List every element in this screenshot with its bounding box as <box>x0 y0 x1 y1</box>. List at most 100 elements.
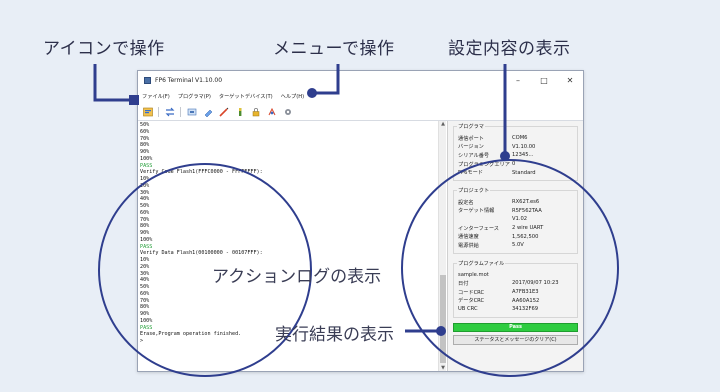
toolbar <box>138 103 583 121</box>
info-label: FP6モード <box>458 170 483 177</box>
toolbar-separator <box>180 106 181 117</box>
program-file-group-title: プログラムファイル <box>457 259 506 267</box>
log-line: 60% <box>140 290 150 297</box>
maximize-button[interactable]: □ <box>531 71 557 89</box>
info-label: ターゲット情報 <box>458 208 495 215</box>
log-line: 90% <box>140 149 150 155</box>
verify-icon[interactable] <box>234 106 245 117</box>
info-row: 通信速度 1,562,500 <box>458 232 573 241</box>
log-line: 60% <box>140 128 150 135</box>
info-value: RX62T.es6 <box>512 199 540 206</box>
callout-line-icons <box>93 64 134 102</box>
menu-target-device[interactable]: ターゲットデバイス(T) <box>219 93 273 100</box>
info-row: 通信ポート COM6 <box>458 134 573 143</box>
settings-icon[interactable] <box>282 106 293 117</box>
info-label: バージョン <box>458 144 484 151</box>
programmer-group: プログラマ 通信ポート COM6 バージョン V1.10.00 シリアル番号 1234… <box>453 123 578 181</box>
log-line: 10% <box>140 176 150 182</box>
programmer-group-title: プログラマ <box>457 123 485 130</box>
info-row: シリアル番号 12345... <box>458 151 573 160</box>
info-row: 日付 2017/09/07 10:23 <box>458 279 573 288</box>
project-group: プロジェクト 設定名 RX62T.es6 ターゲット情報 R5F562TAA V1.… <box>453 186 578 254</box>
info-label: コードCRC <box>458 289 485 296</box>
info-row: FP6モード Standard <box>458 168 573 177</box>
info-value: Standard <box>512 169 536 176</box>
info-value: A7FB31E3 <box>512 289 539 296</box>
log-line: 60% <box>140 209 150 216</box>
info-row: バージョン V1.10.00 <box>458 143 573 152</box>
info-row: データCRC AA60A152 <box>458 296 573 305</box>
info-value: 5.0V <box>512 242 524 249</box>
info-label: データCRC <box>458 298 485 305</box>
scroll-thumb[interactable] <box>440 275 446 363</box>
info-value: V1.10.00 <box>512 143 536 150</box>
program-file-name: sample.mot <box>458 271 489 278</box>
info-value: V1.02 <box>512 216 528 223</box>
log-line: 70% <box>140 297 150 304</box>
menu-file[interactable]: ファイル(F) <box>142 93 170 100</box>
log-line: 50% <box>140 122 150 128</box>
callout-settings-view: 設定内容の表示 <box>448 39 571 59</box>
info-row: コードCRC A7FB31E3 <box>458 288 573 297</box>
info-label: インターフェース <box>458 225 499 232</box>
connect-icon[interactable] <box>164 106 175 117</box>
erase-icon[interactable] <box>202 106 213 117</box>
log-line: Verify Data Flash1(00100000 - 00107FFF): <box>140 250 263 257</box>
info-label: 設定名 <box>458 199 474 206</box>
info-value: 2 wire UART <box>512 225 544 232</box>
info-row: プログラミングエリア 0 <box>458 160 573 169</box>
menu-help[interactable]: ヘルプ(H) <box>281 93 305 100</box>
menu-bar: ファイル(F) プログラマ(P) ターゲットデバイス(T) ヘルプ(H) <box>138 89 583 103</box>
info-row: 設定名 RX62T.es6 <box>458 198 573 207</box>
write-icon[interactable] <box>218 106 229 117</box>
log-line: PASS <box>140 162 153 169</box>
project-group-title: プロジェクト <box>457 186 491 194</box>
log-line: 80% <box>140 304 150 311</box>
info-label: 日付 <box>458 280 469 287</box>
info-label: 電源供給 <box>458 242 479 249</box>
info-row: UB CRC 34132F69 <box>458 305 573 314</box>
callout-action-log: アクションログの表示 <box>212 267 382 287</box>
info-row: ターゲット情報 R5F562TAA <box>458 207 573 216</box>
info-value: 12345... <box>512 152 534 159</box>
callout-icon-ops: アイコンで操作 <box>43 39 165 59</box>
menu-programmer[interactable]: プログラマ(P) <box>178 93 211 100</box>
info-value: 2017/09/07 10:23 <box>512 280 559 287</box>
app-icon <box>144 76 151 84</box>
info-label: UB CRC <box>458 306 478 313</box>
log-line: 100% <box>140 155 153 162</box>
title-bar[interactable]: FP6 Terminal V1.10.00 – □ ✕ <box>138 71 583 89</box>
info-value: 34132F69 <box>512 306 539 313</box>
info-value: R5F562TAA <box>512 207 542 214</box>
callout-result-view: 実行結果の表示 <box>275 325 394 345</box>
scroll-down-icon[interactable]: ▼ <box>439 365 447 371</box>
info-value: AA60A152 <box>512 297 540 304</box>
status-pass-bar: Pass <box>453 322 578 332</box>
info-value: 1,562,500 <box>512 233 539 240</box>
log-line: 40% <box>140 196 150 203</box>
lock-icon[interactable] <box>250 106 261 117</box>
log-line: 70% <box>140 216 150 223</box>
info-row: インターフェース 2 wire UART <box>458 224 573 233</box>
log-line: 80% <box>140 223 150 230</box>
program-file-group: プログラムファイル sample.mot 日付 2017/09/07 10:23 … <box>453 259 578 318</box>
window-controls: – □ ✕ <box>505 71 583 89</box>
info-label: シリアル番号 <box>458 152 490 159</box>
auto-icon[interactable] <box>266 106 277 117</box>
scroll-up-icon[interactable]: ▲ <box>439 121 447 127</box>
info-label: プログラミングエリア <box>458 161 510 168</box>
info-row: 電源供給 5.0V <box>458 241 573 250</box>
log-scrollbar[interactable]: ▲ ▼ <box>438 121 446 371</box>
log-line: 90% <box>140 230 150 236</box>
close-button[interactable]: ✕ <box>557 71 583 89</box>
info-label: 通信速度 <box>458 234 479 241</box>
open-icon[interactable] <box>142 106 153 117</box>
log-line: Verify Code Flash1(FFFC0000 - FFFFFFFF): <box>140 169 263 176</box>
info-label: 通信ポート <box>458 135 484 142</box>
log-line: 50% <box>140 203 150 209</box>
minimize-button[interactable]: – <box>505 71 531 89</box>
log-line: PASS <box>140 243 153 250</box>
info-value: COM6 <box>512 135 528 142</box>
read-icon[interactable] <box>186 106 197 117</box>
clear-status-button[interactable]: ステータスとメッセージのクリア(C) <box>453 334 578 345</box>
